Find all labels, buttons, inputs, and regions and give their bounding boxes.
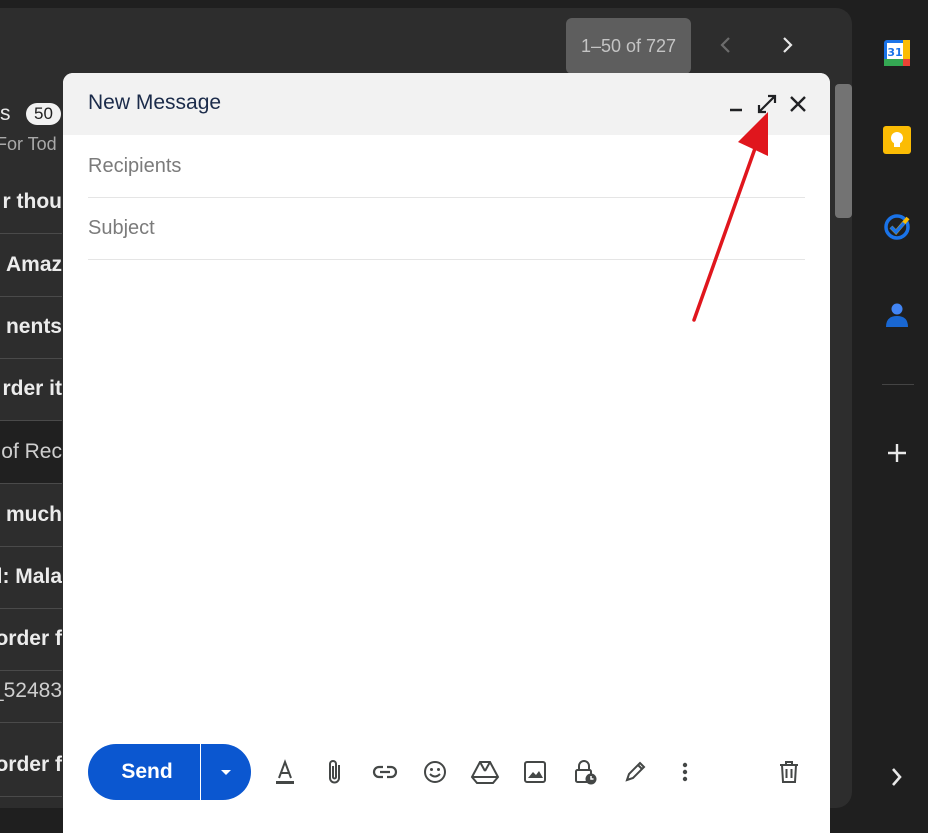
insert-from-drive-button[interactable] [470, 757, 500, 787]
lock-clock-icon [575, 760, 597, 785]
text-format-icon [276, 759, 294, 784]
close-icon [790, 96, 806, 112]
image-icon [524, 761, 546, 783]
insert-emoji-button[interactable] [420, 757, 450, 787]
mail-row-subject: _52483 [0, 679, 62, 702]
mail-row-subject: nents [5, 315, 62, 338]
scrollbar[interactable] [835, 84, 852, 218]
contacts-person-icon [886, 303, 908, 327]
mail-row[interactable]: much [0, 484, 62, 547]
tasks-app-button[interactable] [881, 211, 913, 243]
link-icon [372, 765, 398, 779]
insert-link-button[interactable] [370, 757, 400, 787]
mail-row[interactable]: order f [0, 734, 62, 797]
compose-title: New Message [88, 91, 222, 114]
next-page-button[interactable] [772, 30, 802, 60]
confidential-mode-button[interactable] [570, 757, 600, 787]
formatting-options-button[interactable] [270, 757, 300, 787]
insert-photo-button[interactable] [520, 757, 550, 787]
minimize-icon [730, 108, 742, 112]
compose-window: New Message Send [63, 73, 830, 833]
inbox-label-text: s [0, 102, 11, 125]
discard-draft-button[interactable] [774, 757, 804, 787]
keep-lightbulb-icon [883, 126, 911, 154]
chevron-right-icon [783, 37, 793, 53]
previous-page-button[interactable] [711, 30, 741, 60]
side-panel-divider [882, 384, 914, 385]
pen-icon [625, 761, 646, 782]
send-button[interactable]: Send [88, 744, 200, 800]
mail-row-subject: n Amaz [0, 253, 62, 276]
message-body[interactable] [88, 268, 805, 738]
mail-row[interactable]: of Rec [0, 421, 62, 484]
chevron-right-icon [892, 768, 902, 786]
trash-icon [780, 761, 798, 783]
chevron-left-icon [720, 37, 730, 53]
for-today-label: For Tod [0, 134, 62, 155]
minimize-button[interactable] [723, 91, 749, 117]
recipients-input[interactable] [88, 136, 805, 198]
contacts-app-button[interactable] [881, 299, 913, 331]
attach-files-button[interactable] [320, 757, 350, 787]
subject-input[interactable] [88, 198, 805, 260]
mail-row[interactable]: nents [0, 296, 62, 359]
compose-header[interactable]: New Message [63, 73, 830, 135]
calendar-icon: 31 [884, 40, 910, 66]
mail-row-subject: rder it [2, 377, 62, 400]
get-addons-button[interactable] [881, 437, 913, 469]
mail-row[interactable]: r thou [0, 171, 62, 234]
calendar-app-button[interactable]: 31 [881, 37, 913, 69]
full-screen-button[interactable] [754, 91, 780, 117]
inbox-label[interactable]: s 50 [0, 100, 62, 130]
mail-row-subject: r thou [2, 190, 62, 213]
insert-signature-button[interactable] [620, 757, 650, 787]
keep-app-button[interactable] [881, 124, 913, 156]
mail-row-subject: order f [0, 753, 62, 776]
mail-row[interactable]: _52483 [0, 660, 62, 723]
paperclip-icon [329, 760, 340, 784]
unread-count-badge: 50 [26, 103, 61, 125]
drive-icon [470, 761, 500, 784]
plus-icon [888, 444, 906, 462]
expand-icon [757, 94, 777, 114]
mail-row[interactable]: d: Mala [0, 546, 62, 609]
tasks-check-icon [884, 214, 910, 240]
more-vertical-icon [682, 762, 688, 782]
close-button[interactable] [785, 91, 811, 117]
pagination-label: 1–50 of 727 [566, 18, 691, 74]
mail-row-subject: d: Mala [0, 565, 62, 588]
mail-row[interactable]: rder it [0, 358, 62, 421]
emoji-icon [424, 761, 446, 783]
mail-row-subject: much [5, 503, 62, 526]
more-options-button[interactable] [670, 757, 700, 787]
caret-down-icon [221, 770, 231, 775]
expand-side-panel-button[interactable] [881, 761, 913, 793]
mail-row[interactable]: n Amaz [0, 234, 62, 297]
for-today-text: For Tod [0, 134, 57, 154]
calendar-date: 31 [887, 46, 902, 59]
mail-row-subject: order f [0, 627, 62, 650]
more-send-options-button[interactable] [201, 744, 251, 800]
mail-row-subject: of Rec [1, 440, 62, 463]
